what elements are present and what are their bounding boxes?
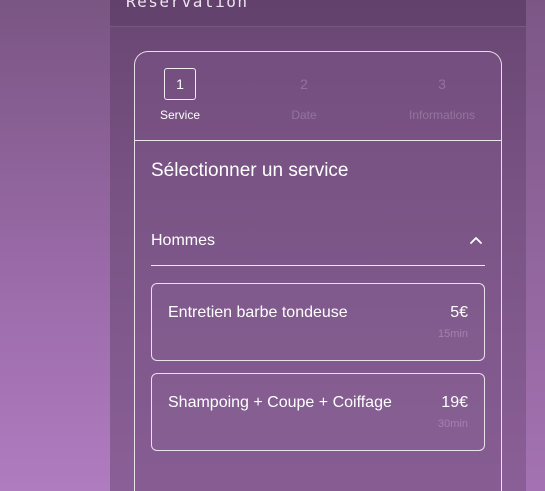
step-informations[interactable]: 3 Informations (382, 68, 502, 122)
panel-header: Reservation (110, 0, 526, 27)
service-duration: 15min (438, 328, 468, 340)
service-price: 19€ (441, 394, 468, 411)
step-date[interactable]: 2 Date (244, 68, 364, 122)
step-number: 1 (164, 68, 196, 100)
step-service[interactable]: 1 Service (120, 68, 240, 122)
background-right-strip (526, 0, 545, 491)
chevron-up-icon (470, 237, 482, 244)
category-label: Hommes (151, 232, 216, 249)
service-option-shampoing-coupe-coiffage[interactable]: Shampoing + Coupe + Coiffage 19€ 30min (151, 373, 485, 451)
service-option-entretien-barbe[interactable]: Entretien barbe tondeuse 5€ 15min (151, 283, 485, 361)
panel-title: Reservation (126, 0, 249, 11)
stepper: 1 Service 2 Date 3 Informations (135, 52, 501, 141)
section-title: Sélectionner un service (151, 160, 349, 181)
service-duration: 30min (438, 418, 468, 430)
booking-card: 1 Service 2 Date 3 Informations Sélectio… (134, 51, 502, 491)
service-name: Shampoing + Coupe + Coiffage (168, 394, 392, 411)
step-label: Service (159, 108, 200, 122)
service-name: Entretien barbe tondeuse (168, 304, 348, 321)
step-label: Informations (408, 108, 476, 122)
reservation-panel: Reservation 1 Service 2 Date 3 Informati… (110, 0, 526, 491)
step-number: 2 (300, 76, 308, 92)
category-hommes-toggle[interactable]: Hommes (151, 222, 485, 266)
step-number: 3 (438, 76, 446, 92)
step-label: Date (291, 108, 317, 122)
service-price: 5€ (450, 304, 468, 321)
